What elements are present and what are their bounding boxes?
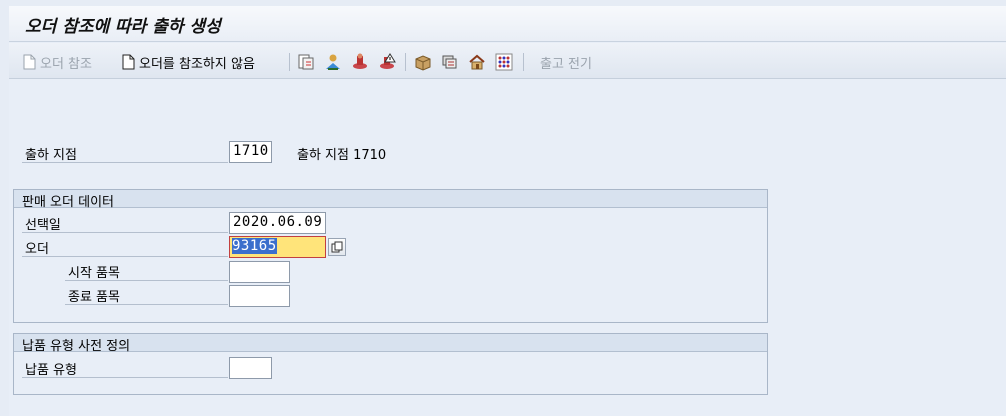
from-item-label: 시작 품목 bbox=[68, 266, 120, 281]
shipping-point-description: 출하 지점 1710 bbox=[297, 148, 387, 163]
toolbar-separator bbox=[523, 53, 524, 71]
label-underline bbox=[22, 377, 228, 378]
shipping-point-field[interactable]: 1710 bbox=[229, 141, 272, 163]
order-label: 오더 bbox=[25, 242, 49, 257]
document-icon bbox=[122, 54, 135, 70]
post-goods-issue-label: 출고 전기 bbox=[540, 56, 592, 72]
sales-order-data-title: 판매 오더 데이터 bbox=[14, 190, 767, 210]
toolbar-separator bbox=[405, 53, 406, 71]
label-underline bbox=[22, 162, 228, 163]
order-reference-label: 오더 참조 bbox=[40, 56, 92, 72]
delivery-type-label: 납품 유형 bbox=[25, 363, 77, 378]
value-help-button[interactable] bbox=[328, 238, 346, 256]
transport-icon[interactable] bbox=[440, 52, 460, 72]
order-field[interactable]: 93165 bbox=[229, 236, 326, 258]
toolbar-separator bbox=[289, 53, 290, 71]
selection-date-field[interactable]: 2020.06.09 bbox=[229, 212, 326, 234]
page-title: 오더 참조에 따라 출하 생성 bbox=[25, 17, 221, 37]
application-toolbar: 오더 참조 오더를 참조하지 않음 출고 전기 bbox=[9, 43, 1006, 79]
post-goods-issue-button[interactable]: 출고 전기 bbox=[540, 52, 592, 72]
grid-dots-icon[interactable] bbox=[494, 52, 514, 72]
to-item-field[interactable] bbox=[229, 285, 290, 307]
from-item-field[interactable] bbox=[229, 261, 290, 283]
document-icon bbox=[23, 54, 36, 70]
copy-icon bbox=[331, 241, 343, 253]
package-icon[interactable] bbox=[413, 52, 433, 72]
delivery-type-field[interactable] bbox=[229, 357, 272, 379]
label-underline bbox=[65, 304, 228, 305]
to-item-label: 종료 품목 bbox=[68, 290, 120, 305]
delivery-type-group: 납품 유형 사전 정의 bbox=[13, 333, 768, 395]
delivery-type-title: 납품 유형 사전 정의 bbox=[14, 334, 767, 354]
label-underline bbox=[65, 280, 228, 281]
user-select-icon[interactable] bbox=[323, 52, 343, 72]
order-value-selected: 93165 bbox=[232, 238, 277, 254]
label-underline bbox=[22, 256, 228, 257]
label-underline bbox=[22, 232, 228, 233]
stamp-icon[interactable] bbox=[350, 52, 370, 72]
alert-stamp-icon[interactable] bbox=[377, 52, 397, 72]
document-copy-icon[interactable] bbox=[296, 52, 316, 72]
no-order-reference-button[interactable]: 오더를 참조하지 않음 bbox=[122, 52, 255, 72]
no-order-reference-label: 오더를 참조하지 않음 bbox=[139, 56, 255, 72]
order-reference-button[interactable]: 오더 참조 bbox=[23, 52, 92, 72]
title-bar: 오더 참조에 따라 출하 생성 bbox=[9, 6, 1006, 42]
shipping-point-label: 출하 지점 bbox=[25, 148, 77, 163]
house-icon[interactable] bbox=[467, 52, 487, 72]
selection-date-label: 선택일 bbox=[25, 218, 61, 233]
